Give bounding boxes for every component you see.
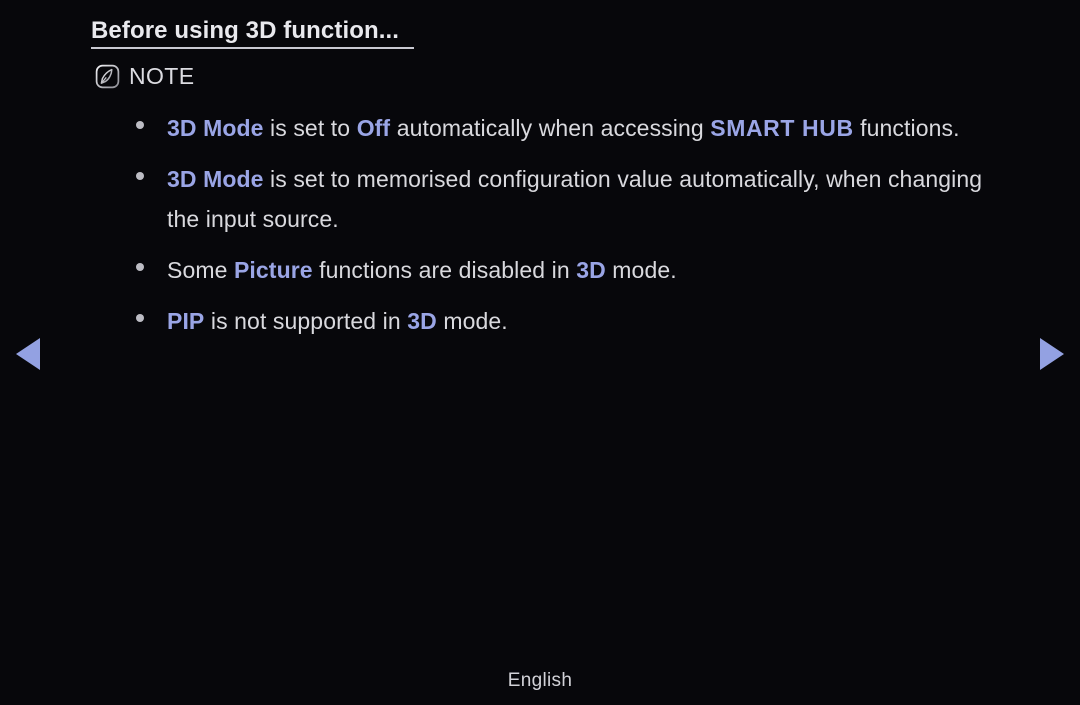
page-title: Before using 3D function...: [91, 17, 400, 44]
segment-highlight: PIP: [167, 308, 205, 334]
bullet-dot-icon: [136, 263, 144, 271]
segment-text: mode.: [605, 257, 677, 283]
segment-text: automatically when accessing: [390, 115, 711, 141]
note-heading: NOTE: [95, 64, 195, 89]
list-item: 3D Mode is set to Off automatically when…: [136, 108, 986, 148]
language-label: English: [507, 670, 573, 691]
previous-page-arrow-icon[interactable]: [16, 338, 40, 370]
segment-highlight: Picture: [233, 257, 313, 283]
note-label: NOTE: [129, 63, 195, 89]
segment-highlight: 3D Mode: [167, 166, 264, 192]
list-item: 3D Mode is set to memorised configuratio…: [136, 159, 986, 239]
list-item-text: Some Picture functions are disabled in 3…: [167, 250, 677, 290]
segment-text: mode.: [436, 308, 508, 334]
segment-text: Some: [167, 257, 234, 283]
bullet-dot-icon: [136, 121, 144, 129]
note-bullet-list: 3D Mode is set to Off automatically when…: [136, 108, 986, 352]
segment-text: is set to: [263, 115, 357, 141]
list-item: PIP is not supported in 3D mode.: [136, 301, 986, 341]
segment-text: is set to memorised configuration value …: [167, 166, 983, 232]
segment-highlight: 3D Mode: [167, 115, 264, 141]
segment-highlight: SMART HUB: [710, 115, 854, 141]
segment-text: functions are disabled in: [312, 257, 577, 283]
help-page: Before using 3D function... NOTE 3D Mode…: [0, 0, 1080, 705]
list-item-text: 3D Mode is set to Off automatically when…: [167, 108, 960, 148]
list-item-text: PIP is not supported in 3D mode.: [167, 301, 508, 341]
page-title-block: Before using 3D function...: [91, 17, 414, 49]
segment-text: is not supported in: [204, 308, 408, 334]
segment-highlight: 3D: [407, 308, 437, 334]
title-underline: [91, 47, 414, 49]
note-pencil-icon: [95, 64, 120, 89]
list-item-text: 3D Mode is set to memorised configuratio…: [167, 159, 986, 239]
list-item: Some Picture functions are disabled in 3…: [136, 250, 986, 290]
segment-highlight: Off: [356, 115, 391, 141]
segment-highlight: 3D: [576, 257, 606, 283]
bullet-dot-icon: [136, 314, 144, 322]
bullet-dot-icon: [136, 172, 144, 180]
segment-text: functions.: [853, 115, 960, 141]
next-page-arrow-icon[interactable]: [1040, 338, 1064, 370]
